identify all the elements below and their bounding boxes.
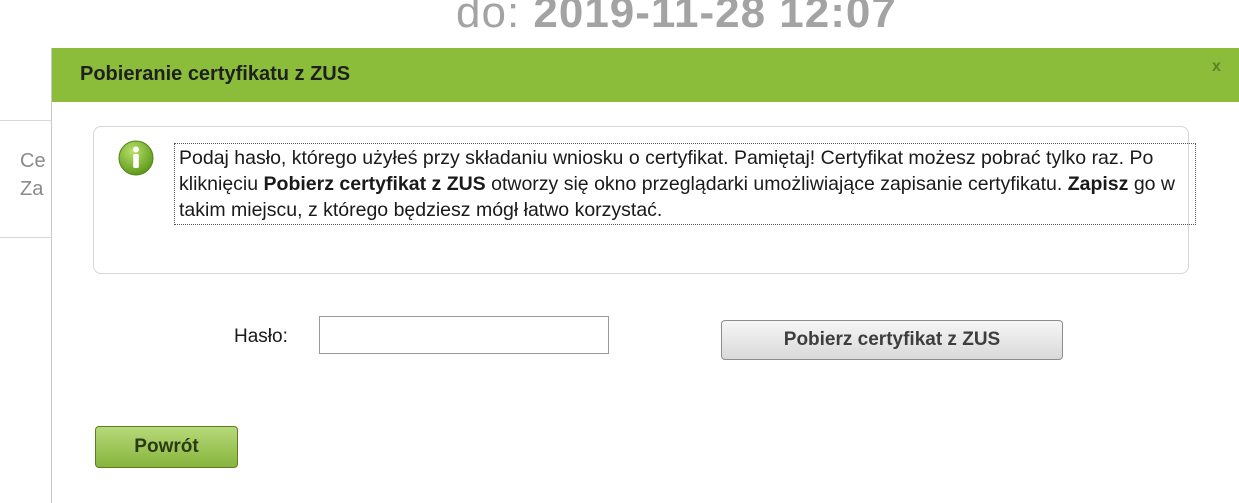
info-icon [118, 140, 154, 176]
info-bold-save: Zapisz [1067, 173, 1129, 195]
dialog-header: Pobieranie certyfikatu z ZUS x [52, 48, 1239, 102]
background-side-text-2: Za [20, 178, 44, 200]
background-date-heading: do: 2019-11-28 12:07 [456, 0, 897, 38]
date-value: 2019-11-28 12:07 [533, 0, 897, 37]
info-bold-download: Pobierz certyfikat z ZUS [263, 173, 486, 195]
info-text-part-2: otworzy się okno przeglądarki umożliwiaj… [485, 173, 1068, 195]
info-message-text: Podaj hasło, którego użyłeś przy składan… [174, 143, 1196, 225]
certificate-download-dialog: Pobieranie certyfikatu z ZUS x Podaj has… [51, 48, 1239, 503]
dialog-title: Pobieranie certyfikatu z ZUS [80, 63, 351, 85]
page: do: 2019-11-28 12:07 Ce Za Pobieranie ce… [0, 0, 1239, 503]
date-prefix: do: [456, 0, 534, 37]
background-side-text-1: Ce [20, 150, 46, 172]
info-message-box: Podaj hasło, którego użyłeś przy składan… [93, 126, 1196, 274]
close-icon[interactable]: x [1212, 58, 1221, 76]
password-field[interactable] [319, 316, 609, 354]
download-certificate-button[interactable]: Pobierz certyfikat z ZUS [721, 320, 1063, 360]
back-button[interactable]: Powrót [95, 426, 238, 468]
password-label: Hasło: [234, 326, 288, 347]
